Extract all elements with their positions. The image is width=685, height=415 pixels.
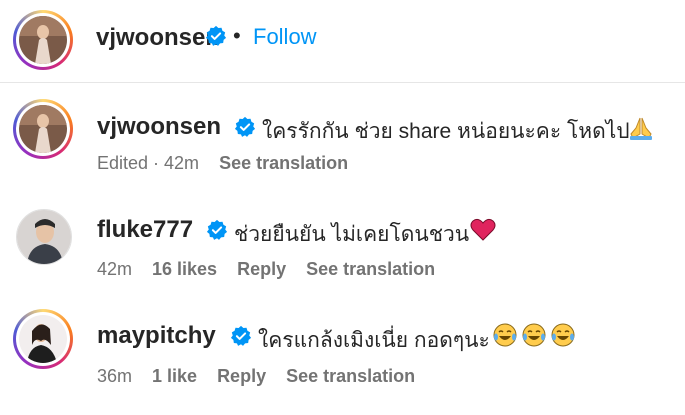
comment-username[interactable]: maypitchy [97, 322, 216, 350]
comment-meta: Edited · 42m See translation [97, 153, 348, 174]
comment-avatar[interactable] [13, 99, 73, 159]
header-username[interactable]: vjwoonsen [96, 24, 220, 52]
comment-meta: 42m 16 likes Reply See translation [97, 259, 435, 280]
reply-button[interactable]: Reply [217, 366, 266, 387]
likes-count[interactable]: 16 likes [152, 259, 217, 280]
verified-badge-icon [206, 219, 228, 240]
comment-meta: 36m 1 like Reply See translation [97, 366, 415, 387]
reply-button[interactable]: Reply [237, 259, 286, 280]
profile-photo [19, 16, 67, 64]
see-translation-link[interactable]: See translation [219, 153, 348, 174]
verified-badge-icon [205, 25, 227, 46]
comment-avatar[interactable] [16, 209, 72, 265]
edited-timestamp: Edited · 42m [97, 153, 200, 173]
post-header: vjwoonsen • Follow [0, 0, 685, 83]
separator-dot: • [233, 23, 241, 48]
verified-badge-icon [230, 325, 252, 346]
likes-count[interactable]: 1 like [152, 366, 197, 387]
profile-photo [19, 105, 67, 153]
comment-text: ใครรักกัน ช่วย share หน่อยนะคะ โหดไป [262, 120, 630, 143]
comment-timestamp: 42m [97, 259, 133, 279]
profile-photo [19, 315, 67, 363]
profile-photo [17, 210, 71, 264]
comment-username[interactable]: fluke777 [97, 216, 193, 244]
see-translation-link[interactable]: See translation [306, 259, 435, 280]
comment-avatar[interactable] [13, 309, 73, 369]
red-heart-icon [470, 218, 496, 241]
comment-timestamp: 36m [97, 366, 133, 386]
follow-button[interactable]: Follow [253, 24, 317, 50]
see-translation-link[interactable]: See translation [286, 366, 415, 387]
comment-text: ใครแกล้งเมิงเนี่ย กอดๆนะ [258, 329, 490, 352]
comment-username[interactable]: vjwoonsen [97, 113, 221, 141]
folded-hands-icon [630, 117, 652, 140]
comment-text: ช่วยยืนยัน ไม่เคยโดนชวน [234, 223, 470, 246]
header-avatar[interactable] [13, 10, 73, 70]
verified-badge-icon [234, 116, 256, 137]
tears-of-joy-icon [493, 323, 575, 347]
